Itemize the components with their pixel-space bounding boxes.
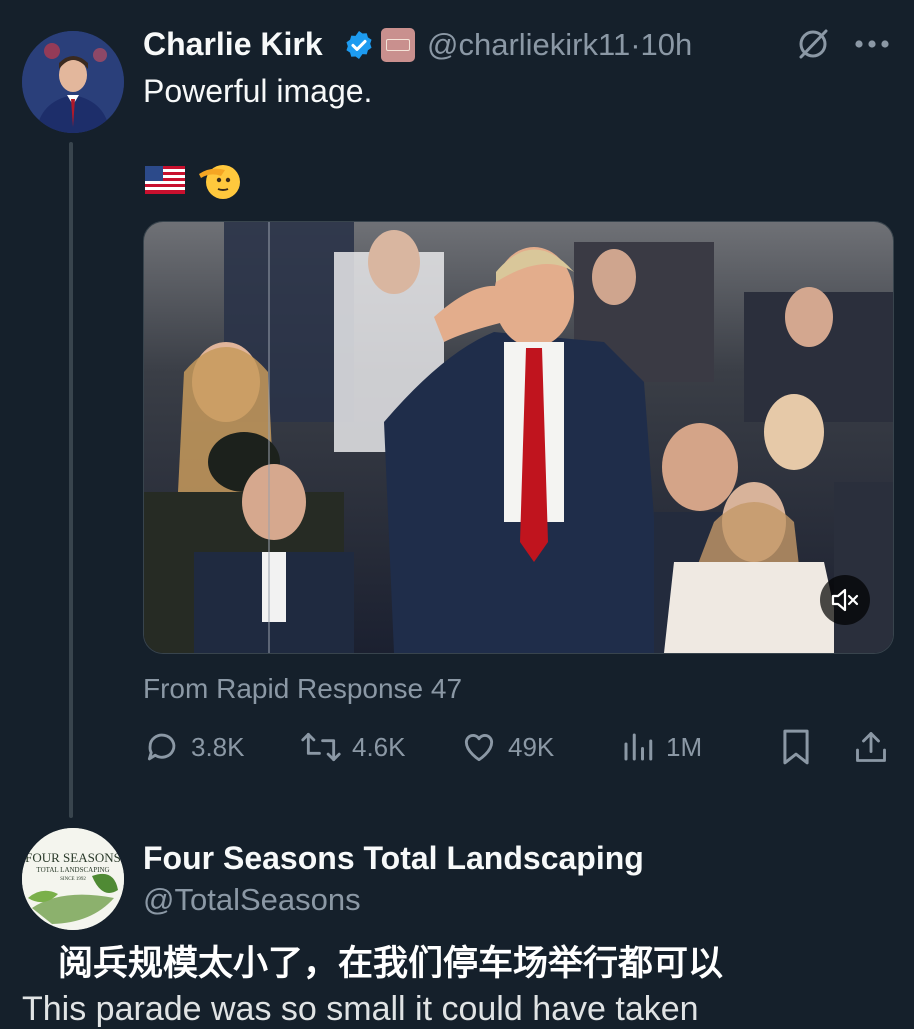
views-chart-icon	[624, 733, 653, 761]
muted-speaker-icon	[831, 588, 859, 612]
chinese-caption: 阅兵规模太小了，在我们停车场举行都可以	[58, 944, 724, 984]
bookmark-icon	[783, 729, 809, 765]
like-count: 49K	[508, 731, 555, 762]
tweet-time[interactable]: 10h	[641, 27, 693, 62]
author-name[interactable]: Charlie Kirk	[143, 26, 323, 63]
reply-author-avatar[interactable]: FOUR SEASONS TOTAL LANDSCAPING SINCE 199…	[22, 828, 124, 930]
more-options-icon[interactable]	[852, 28, 892, 60]
tweet-emojis: 🇺🇸 🫡	[145, 160, 241, 200]
like-button[interactable]: 49K	[460, 724, 554, 770]
bookmark-button[interactable]	[776, 726, 816, 768]
views-count: 1M	[666, 731, 703, 762]
media-source[interactable]: From Rapid Response 47	[143, 673, 462, 705]
thread-connector-line	[69, 142, 73, 818]
retweet-button[interactable]: 4.6K	[300, 724, 406, 770]
handle-separator: ·	[630, 27, 641, 62]
reply-button[interactable]: 3.8K	[143, 724, 245, 770]
us-flag-icon	[145, 166, 185, 194]
reply-count: 3.8K	[191, 731, 245, 762]
share-icon	[856, 732, 886, 762]
author-handle[interactable]: @charliekirk11·10h	[427, 27, 692, 63]
reply-author-handle[interactable]: @TotalSeasons	[143, 882, 361, 918]
english-caption-partial: This parade was so small it could have t…	[22, 990, 699, 1028]
logo-line-2: TOTAL LANDSCAPING	[36, 866, 110, 874]
reply-author-name[interactable]: Four Seasons Total Landscaping	[143, 840, 644, 877]
grok-icon[interactable]	[793, 24, 833, 64]
tweet-video[interactable]	[143, 221, 894, 654]
author-handle-text: @charliekirk11	[427, 27, 631, 62]
affiliation-badge-icon[interactable]	[381, 28, 415, 62]
retweet-icon	[301, 732, 341, 762]
author-avatar[interactable]	[22, 31, 124, 133]
share-button[interactable]	[850, 726, 892, 768]
saluting-face-icon	[199, 165, 240, 199]
retweet-count: 4.6K	[352, 731, 406, 762]
views-button[interactable]: 1M	[620, 724, 702, 770]
avatar-portrait	[22, 31, 124, 133]
video-frame	[144, 222, 893, 653]
mute-button[interactable]	[820, 575, 870, 625]
logo-line-1: FOUR SEASONS	[25, 850, 121, 865]
heart-icon	[464, 734, 494, 762]
tweet-text: Powerful image.	[143, 73, 373, 109]
logo-line-3: SINCE 1992	[60, 877, 86, 882]
reply-icon	[147, 733, 176, 761]
verified-badge-icon	[342, 28, 376, 62]
